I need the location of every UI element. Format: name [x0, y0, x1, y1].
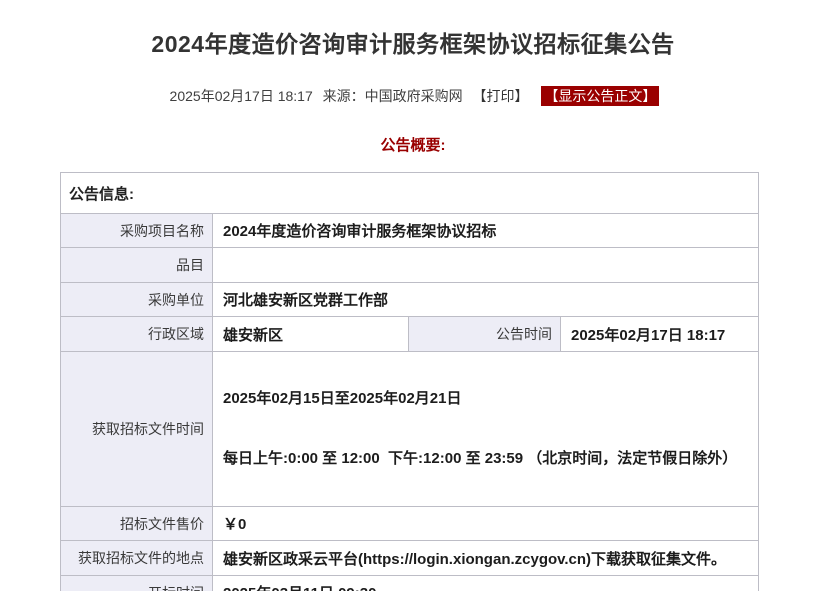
label-doc-price: 招标文件售价	[61, 507, 213, 541]
print-button[interactable]: 【打印】	[473, 88, 529, 104]
announcement-page: 2024年度造价咨询审计服务框架协议招标征集公告 2025年02月17日 18:…	[0, 0, 826, 591]
value-open-time: 2025年03月11日 09:30	[213, 576, 759, 591]
section-header-cell: 公告信息:	[61, 173, 759, 214]
meta-line: 2025年02月17日 18:17 来源：中国政府采购网 【打印】 【显示公告正…	[0, 86, 826, 106]
source-text: 来源：中国政府采购网	[323, 88, 463, 104]
section-heading-summary: 公告概要:	[0, 134, 826, 155]
label-doc-time: 获取招标文件时间	[61, 352, 213, 507]
table-row-doc-time: 获取招标文件时间 2025年02月15日至2025年02月21日 每日上午:0:…	[61, 352, 759, 507]
table-row-doc-price: 招标文件售价 ￥0	[61, 507, 759, 541]
table-row-region: 行政区域 雄安新区 公告时间 2025年02月17日 18:17	[61, 317, 759, 352]
value-region: 雄安新区	[213, 317, 409, 352]
label-open-time: 开标时间	[61, 576, 213, 591]
value-purchaser: 河北雄安新区党群工作部	[213, 283, 759, 317]
doc-time-line2: 每日上午:0:00 至 12:00 下午:12:00 至 23:59 （北京时间…	[223, 446, 748, 472]
value-doc-price: ￥0	[213, 507, 759, 541]
value-doc-place: 雄安新区政采云平台(https://login.xiongan.zcygov.c…	[213, 541, 759, 576]
table-row-open-time: 开标时间 2025年03月11日 09:30	[61, 576, 759, 591]
label-region: 行政区域	[61, 317, 213, 352]
show-notice-button[interactable]: 【显示公告正文】	[541, 86, 659, 106]
table-row-purchaser: 采购单位 河北雄安新区党群工作部	[61, 283, 759, 317]
label-announce-time: 公告时间	[409, 317, 561, 352]
value-doc-time: 2025年02月15日至2025年02月21日 每日上午:0:00 至 12:0…	[213, 352, 759, 507]
label-category: 品目	[61, 248, 213, 283]
table-row-doc-place: 获取招标文件的地点 雄安新区政采云平台(https://login.xionga…	[61, 541, 759, 576]
value-announce-time: 2025年02月17日 18:17	[561, 317, 759, 352]
table-row-category: 品目	[61, 248, 759, 283]
publish-datetime: 2025年02月17日 18:17	[170, 88, 313, 104]
page-title: 2024年度造价咨询审计服务框架协议招标征集公告	[0, 25, 826, 59]
value-category	[213, 248, 759, 283]
table-row-project-name: 采购项目名称 2024年度造价咨询审计服务框架协议招标	[61, 214, 759, 248]
doc-time-line1: 2025年02月15日至2025年02月21日	[223, 386, 748, 412]
label-purchaser: 采购单位	[61, 283, 213, 317]
value-project-name: 2024年度造价咨询审计服务框架协议招标	[213, 214, 759, 248]
announcement-info-table: 公告信息: 采购项目名称 2024年度造价咨询审计服务框架协议招标 品目 采购单…	[60, 172, 759, 591]
table-row-section-header: 公告信息:	[61, 173, 759, 214]
label-project-name: 采购项目名称	[61, 214, 213, 248]
label-doc-place: 获取招标文件的地点	[61, 541, 213, 576]
